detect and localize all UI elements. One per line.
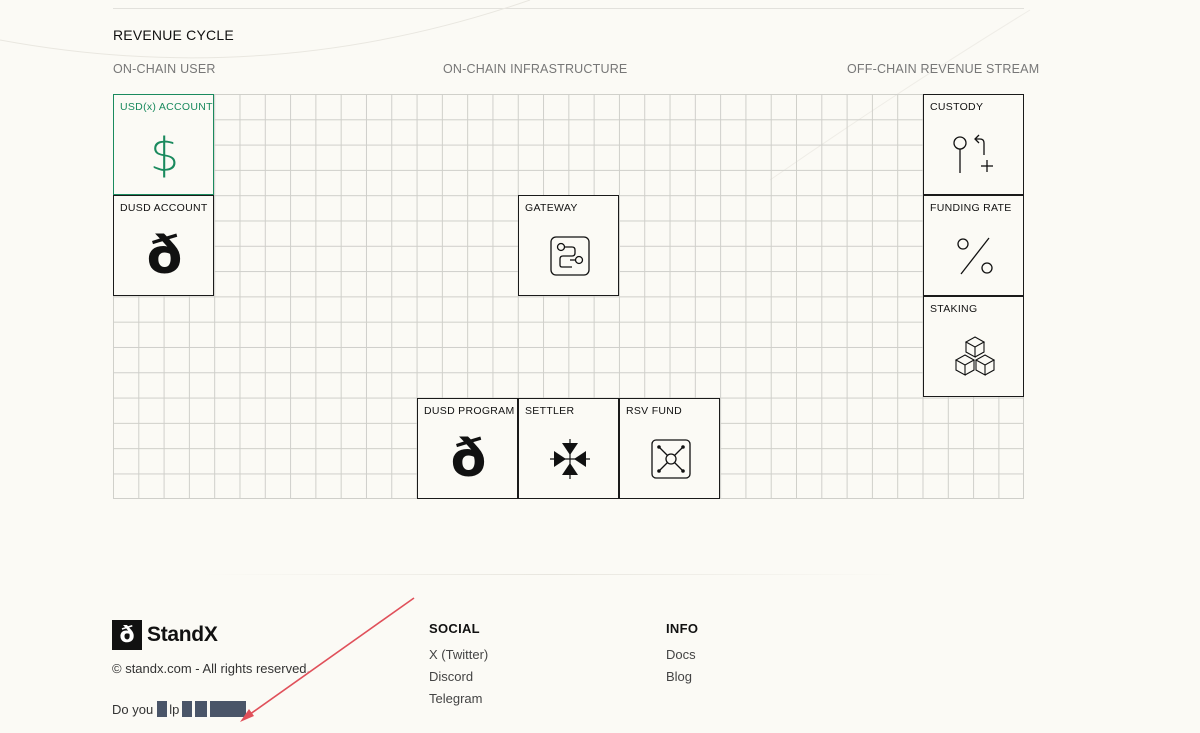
node-label: SETTLER bbox=[525, 405, 575, 417]
settler-node[interactable]: SETTLER bbox=[518, 398, 619, 499]
delta-icon: ð bbox=[146, 225, 183, 286]
link-telegram[interactable]: Telegram bbox=[429, 691, 482, 706]
standx-logo-mark-icon: ð bbox=[112, 620, 142, 650]
delta-icon: ð bbox=[450, 428, 487, 489]
column-label-off-chain-revenue-stream: OFF-CHAIN REVENUE STREAM bbox=[847, 62, 1040, 76]
gateway-node[interactable]: GATEWAY bbox=[518, 195, 619, 296]
top-divider bbox=[113, 8, 1024, 9]
funding-rate-node[interactable]: FUNDING RATE bbox=[923, 195, 1024, 296]
link-x-twitter[interactable]: X (Twitter) bbox=[429, 647, 488, 662]
node-label: GATEWAY bbox=[525, 202, 578, 214]
redaction-block bbox=[157, 701, 168, 717]
dusd-program-node[interactable]: DUSD PROGRAM ð bbox=[417, 398, 518, 499]
node-label: STAKING bbox=[930, 303, 978, 315]
custody-node[interactable]: CUSTODY bbox=[923, 94, 1024, 195]
footer-divider bbox=[200, 574, 900, 575]
redaction-block bbox=[210, 701, 247, 717]
section-title: REVENUE CYCLE bbox=[113, 27, 234, 43]
node-label: DUSD ACCOUNT bbox=[120, 202, 208, 214]
node-label: FUNDING RATE bbox=[930, 202, 1012, 214]
dollar-icon: $ bbox=[149, 127, 180, 182]
copyright-text: © standx.com - All rights reserved. bbox=[112, 661, 311, 676]
rsv-fund-node[interactable]: RSV FUND bbox=[619, 398, 720, 499]
redaction-block bbox=[195, 701, 208, 717]
prompt-fragment: lp bbox=[169, 701, 180, 717]
node-label: CUSTODY bbox=[930, 101, 984, 113]
column-label-on-chain-infrastructure: ON-CHAIN INFRASTRUCTURE bbox=[443, 62, 628, 76]
link-blog[interactable]: Blog bbox=[666, 669, 692, 684]
brand-name: StandX bbox=[147, 623, 218, 646]
dusd-account-node[interactable]: DUSD ACCOUNT ð bbox=[113, 195, 214, 296]
usd-account-node[interactable]: USD(x) ACCOUNT $ bbox=[113, 94, 214, 195]
percent-icon bbox=[924, 218, 1025, 293]
prompt-text: Do you bbox=[112, 701, 154, 717]
link-docs[interactable]: Docs bbox=[666, 647, 696, 662]
info-heading: INFO bbox=[666, 621, 699, 636]
gateway-icon bbox=[519, 218, 620, 293]
node-label: USD(x) ACCOUNT bbox=[120, 101, 213, 113]
custody-icon bbox=[924, 117, 1025, 192]
cubes-icon bbox=[924, 319, 1025, 394]
staking-node[interactable]: STAKING bbox=[923, 296, 1024, 397]
vault-icon bbox=[620, 421, 721, 496]
node-label: DUSD PROGRAM bbox=[424, 405, 515, 417]
standx-logo[interactable]: ð StandX bbox=[112, 620, 218, 650]
column-label-on-chain-user: ON-CHAIN USER bbox=[113, 62, 216, 76]
redacted-prompt-text: Do you lp bbox=[112, 701, 247, 717]
redaction-block bbox=[182, 701, 193, 717]
social-heading: SOCIAL bbox=[429, 621, 480, 636]
link-discord[interactable]: Discord bbox=[429, 669, 473, 684]
settler-arrows-icon bbox=[519, 421, 620, 496]
node-label: RSV FUND bbox=[626, 405, 683, 417]
